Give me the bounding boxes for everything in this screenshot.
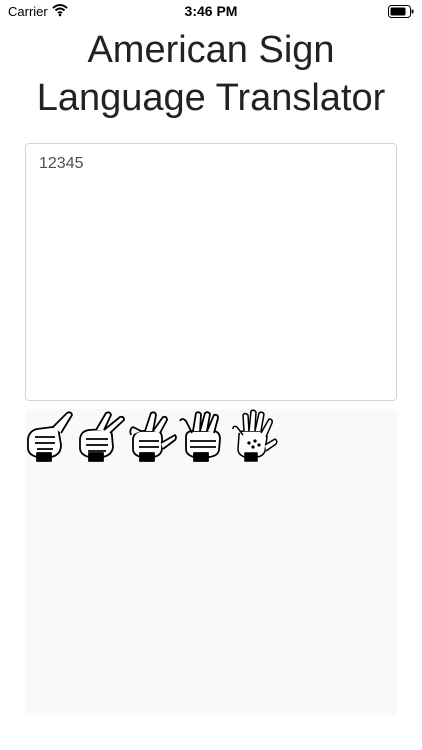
asl-hand-sign-icon [179,411,221,462]
text-input-area[interactable]: 12345 [25,143,397,401]
title-line-1: American Sign [87,29,335,71]
asl-hand-sign-icon [232,409,278,462]
asl-hand-sign-icon [129,411,177,462]
sign-list [25,409,280,463]
status-bar: Carrier 3:46 PM [0,0,422,24]
asl-hand-sign-icon [79,411,125,462]
title-line-2: Language Translator [36,77,386,119]
status-time: 3:46 PM [184,3,238,19]
page-title: American Sign Language Translator [0,26,422,122]
input-text: 12345 [39,155,84,172]
asl-hand-sign-icon [27,411,73,462]
sign-output-area [25,409,397,715]
battery-icon [388,5,414,23]
